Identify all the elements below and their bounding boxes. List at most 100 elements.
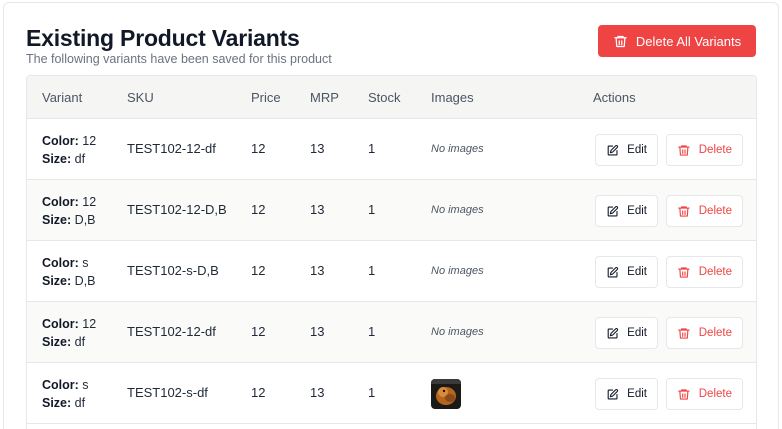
edit-label: Edit <box>627 144 647 156</box>
page-subtitle: The following variants have been saved f… <box>26 52 332 66</box>
size-label: Size: <box>42 152 72 166</box>
delete-label: Delete <box>698 388 732 400</box>
stock-cell: 1 <box>368 385 376 400</box>
sku-cell: TEST102-s-D,B <box>127 263 219 278</box>
trash-icon <box>678 144 690 156</box>
price-cell: 12 <box>251 202 266 217</box>
edit-variant-button[interactable]: Edit <box>595 378 658 410</box>
edit-variant-button[interactable]: Edit <box>595 134 658 166</box>
edit-label: Edit <box>627 205 647 217</box>
delete-label: Delete <box>698 327 732 339</box>
variants-table: Variant SKU Price MRP Stock Images Actio… <box>26 75 757 429</box>
delete-variant-button[interactable]: Delete <box>666 256 743 288</box>
mrp-cell: 13 <box>310 385 325 400</box>
delete-variant-button[interactable]: Delete <box>666 134 743 166</box>
variant-attributes: Color: 12 Size: df <box>42 132 96 168</box>
trash-icon <box>678 327 690 339</box>
edit-variant-button[interactable]: Edit <box>595 317 658 349</box>
variant-attributes: Color: s Size: D,B <box>42 254 96 290</box>
variant-attributes: Color: s Size: df <box>42 376 89 412</box>
no-images-text: No images <box>431 143 484 155</box>
size-value: D,B <box>74 213 96 227</box>
mrp-cell: 13 <box>310 141 325 156</box>
column-header-variant: Variant <box>42 90 83 105</box>
no-images-text: No images <box>431 265 484 277</box>
color-value: 12 <box>82 134 97 148</box>
sku-cell: TEST102-12-df <box>127 324 216 339</box>
color-value: 12 <box>82 195 97 209</box>
size-value: df <box>74 335 86 349</box>
table-row: Color: 12 Size: df TEST102-12-df 12 13 1… <box>27 119 756 180</box>
size-value: D,B <box>74 274 96 288</box>
size-value: df <box>74 152 86 166</box>
price-cell: 12 <box>251 324 266 339</box>
sku-cell: TEST102-12-df <box>127 141 216 156</box>
delete-all-variants-button[interactable]: Delete All Variants <box>598 25 756 57</box>
column-header-sku: SKU <box>127 90 154 105</box>
edit-icon <box>607 327 619 338</box>
price-cell: 12 <box>251 263 266 278</box>
delete-variant-button[interactable]: Delete <box>666 195 743 227</box>
color-value: 12 <box>82 317 97 331</box>
edit-label: Edit <box>627 327 647 339</box>
edit-label: Edit <box>627 388 647 400</box>
size-label: Size: <box>42 274 72 288</box>
price-cell: 12 <box>251 385 266 400</box>
color-label: Color: <box>42 195 79 209</box>
color-label: Color: <box>42 378 79 392</box>
delete-label: Delete <box>698 266 732 278</box>
trash-icon <box>678 205 690 217</box>
color-value: s <box>82 378 89 392</box>
edit-icon <box>607 144 619 155</box>
edit-label: Edit <box>627 266 647 278</box>
variant-attributes: Color: 12 Size: df <box>42 315 96 351</box>
variant-attributes: Color: 12 Size: D,B <box>42 193 96 229</box>
sku-cell: TEST102-12-D,B <box>127 202 227 217</box>
column-header-mrp: MRP <box>310 90 339 105</box>
edit-variant-button[interactable]: Edit <box>595 256 658 288</box>
column-header-actions: Actions <box>593 90 636 105</box>
delete-label: Delete <box>698 144 732 156</box>
edit-icon <box>607 388 619 399</box>
table-header: Variant SKU Price MRP Stock Images Actio… <box>27 76 756 119</box>
stock-cell: 1 <box>368 202 376 217</box>
size-label: Size: <box>42 335 72 349</box>
edit-icon <box>607 205 619 216</box>
mrp-cell: 13 <box>310 324 325 339</box>
mrp-cell: 13 <box>310 202 325 217</box>
edit-variant-button[interactable]: Edit <box>595 195 658 227</box>
variants-card: Existing Product Variants The following … <box>3 2 779 429</box>
column-header-stock: Stock <box>368 90 401 105</box>
no-images-text: No images <box>431 326 484 338</box>
sku-cell: TEST102-s-df <box>127 385 208 400</box>
color-label: Color: <box>42 134 79 148</box>
no-images-text: No images <box>431 204 484 216</box>
size-label: Size: <box>42 396 72 410</box>
stock-cell: 1 <box>368 141 376 156</box>
table-row: Color: s Size: D,B TEST102-s-D,B 12 13 1… <box>27 241 756 302</box>
delete-variant-button[interactable]: Delete <box>666 378 743 410</box>
size-label: Size: <box>42 213 72 227</box>
trash-icon <box>678 266 690 278</box>
column-header-price: Price <box>251 90 281 105</box>
delete-variant-button[interactable]: Delete <box>666 317 743 349</box>
stock-cell: 1 <box>368 263 376 278</box>
page-title: Existing Product Variants <box>26 25 300 51</box>
variant-image-thumbnail[interactable] <box>431 379 461 409</box>
table-row: Color: 12 Size: D,B TEST102-12-D,B 12 13… <box>27 180 756 241</box>
size-value: df <box>74 396 86 410</box>
stock-cell: 1 <box>368 324 376 339</box>
table-row: Color: s Size: df TEST102-s-df 12 13 1 E… <box>27 363 756 424</box>
delete-label: Delete <box>698 205 732 217</box>
edit-icon <box>607 266 619 277</box>
table-row: Color: 12 Size: df TEST102-12-df 12 13 1… <box>27 302 756 363</box>
delete-all-label: Delete All Variants <box>635 33 742 49</box>
table-body: Color: 12 Size: df TEST102-12-df 12 13 1… <box>27 119 756 424</box>
color-value: s <box>82 256 89 270</box>
column-header-images: Images <box>431 90 474 105</box>
trash-icon <box>614 35 627 47</box>
mrp-cell: 13 <box>310 263 325 278</box>
trash-icon <box>678 388 690 400</box>
color-label: Color: <box>42 317 79 331</box>
color-label: Color: <box>42 256 79 270</box>
